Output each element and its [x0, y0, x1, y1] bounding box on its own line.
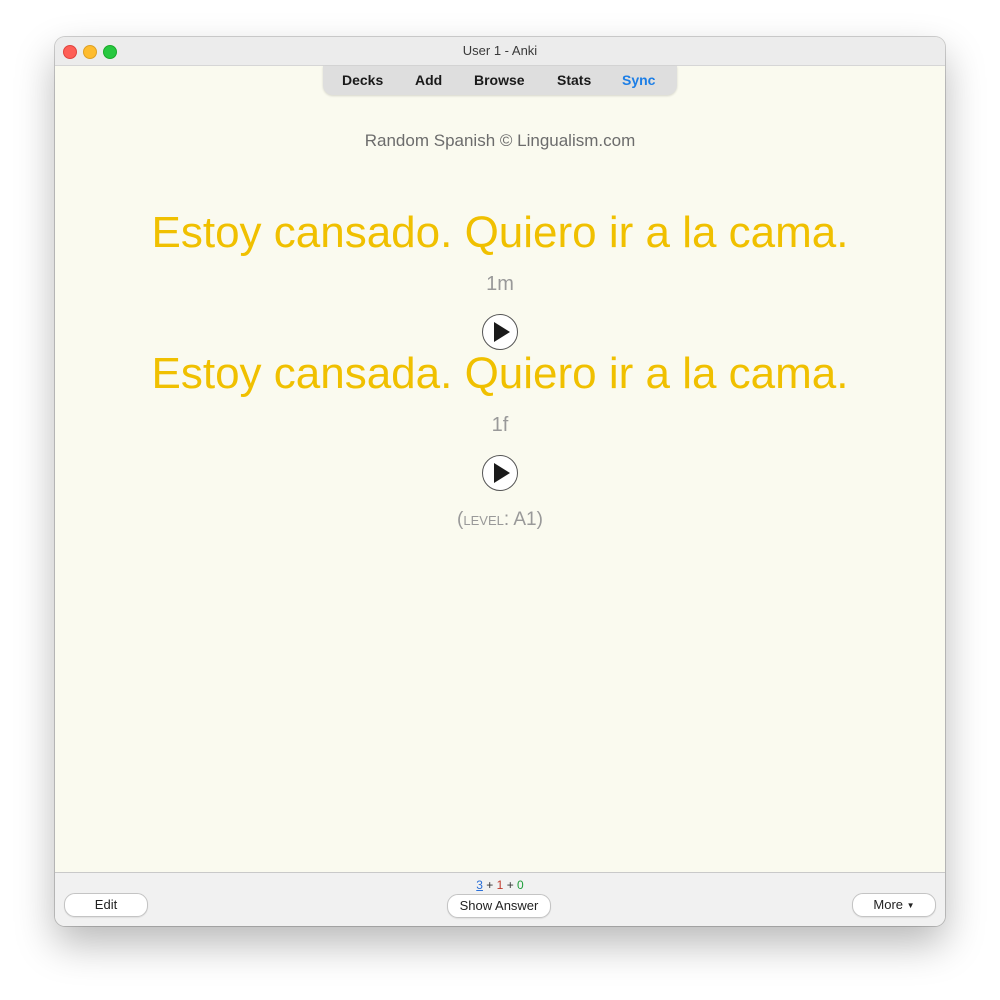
review-count: 0 [517, 878, 524, 892]
card-level: (level: A1) [457, 509, 543, 530]
play-icon [494, 322, 510, 342]
card-content: Random Spanish © Lingualism.com Estoy ca… [55, 66, 945, 872]
play-audio-button-1[interactable] [482, 314, 518, 350]
card-source: Random Spanish © Lingualism.com [364, 131, 636, 150]
edit-button[interactable]: Edit [64, 893, 148, 917]
title-bar: User 1 - Anki [55, 37, 945, 66]
more-button[interactable]: More ▼ [852, 893, 936, 917]
count-separator: + [506, 878, 514, 892]
count-separator: + [486, 878, 494, 892]
play-icon [494, 463, 510, 483]
play-audio-button-2[interactable] [482, 455, 518, 491]
new-count: 3 [476, 878, 483, 892]
more-label: More [873, 897, 904, 912]
sentence-tag-feminine: 1f [491, 414, 509, 436]
review-bottom-bar: Edit 3 + 1 + 0 Show Answer More ▼ [55, 872, 945, 926]
anki-window: User 1 - Anki Decks Add Browse Stats Syn… [55, 37, 945, 926]
show-answer-button[interactable]: Show Answer [447, 894, 551, 918]
due-counts: 3 + 1 + 0 [55, 878, 945, 892]
sentence-masculine: Estoy cansado. Quiero ir a la cama. [151, 208, 849, 257]
window-title: User 1 - Anki [462, 43, 538, 58]
sentence-tag-masculine: 1m [486, 273, 514, 295]
caret-down-icon: ▼ [906, 901, 915, 910]
sentence-feminine: Estoy cansada. Quiero ir a la cama. [151, 349, 849, 398]
learning-count: 1 [496, 878, 504, 892]
